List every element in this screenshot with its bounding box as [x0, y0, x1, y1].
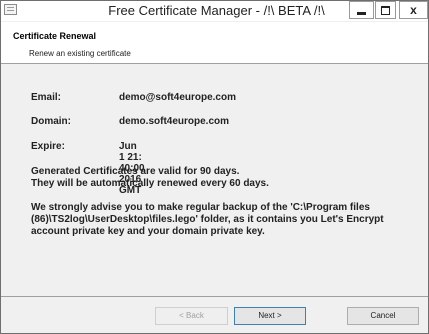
- header-subtitle: Renew an existing certificate: [29, 49, 131, 58]
- certificate-manager-window: Free Certificate Manager - /!\ BETA /!\ …: [0, 0, 429, 334]
- maximize-icon: [381, 6, 390, 15]
- minimize-button[interactable]: [349, 1, 374, 19]
- minimize-icon: [357, 12, 366, 15]
- advice-line-3: account private key and your domain priv…: [31, 226, 265, 237]
- email-value: demo@soft4europe.com: [119, 92, 236, 103]
- title-bar[interactable]: Free Certificate Manager - /!\ BETA /!\ …: [1, 1, 428, 21]
- advice-line-2: (86)\TS2log\UserDesktop\files.lego' fold…: [31, 214, 384, 225]
- notice-line-1: Generated Certificates are valid for 90 …: [31, 166, 240, 177]
- notice-line-2: They will be automatically renewed every…: [31, 178, 269, 189]
- backup-advice: We strongly advise you to make regular b…: [31, 202, 384, 238]
- email-label: Email:: [31, 92, 62, 103]
- wizard-header: Certificate Renewal Renew an existing ce…: [1, 22, 428, 64]
- maximize-button[interactable]: [375, 1, 396, 19]
- next-button[interactable]: Next >: [234, 307, 306, 325]
- back-button[interactable]: < Back: [155, 307, 228, 325]
- header-title: Certificate Renewal: [13, 31, 97, 41]
- advice-line-1: We strongly advise you to make regular b…: [31, 202, 370, 213]
- cancel-button[interactable]: Cancel: [347, 307, 419, 325]
- close-button[interactable]: x: [399, 1, 428, 19]
- domain-value: demo.soft4europe.com: [119, 116, 230, 127]
- expire-label: Expire:: [31, 141, 65, 152]
- domain-label: Domain:: [31, 116, 71, 127]
- validity-notice: Generated Certificates are valid for 90 …: [31, 166, 269, 190]
